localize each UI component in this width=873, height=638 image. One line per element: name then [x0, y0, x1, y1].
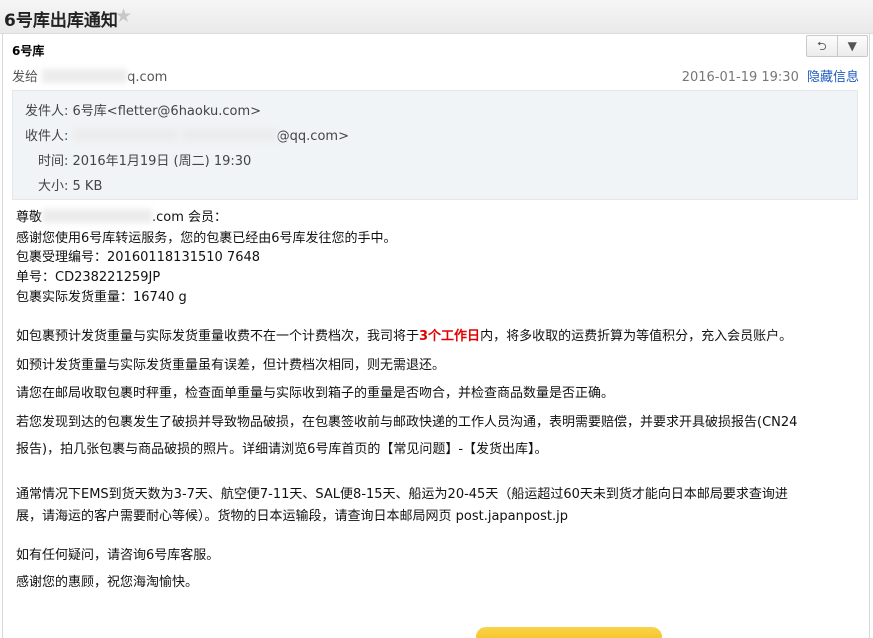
- package-weight: 包裹实际发货重量：16740 g: [16, 290, 187, 305]
- to-label: 发给: [12, 70, 39, 85]
- reply-arrow-icon[interactable]: ⮌: [807, 36, 837, 56]
- header-details: 发件人: 6号库<fletter@6haoku.com> 收件人: @qq.co…: [12, 90, 858, 200]
- to-label: 收件人:: [25, 129, 69, 144]
- tracking-number: 单号：CD238221259JP: [16, 270, 161, 285]
- paragraph-check: 请您在邮局收取包裹时秤重，检查面单重量与实际收到箱子的重量是否吻合，并检查商品数…: [16, 386, 615, 401]
- paragraph-damage-2: 报告)，拍几张包裹与商品破损的照片。详细请浏览6号库首页的【常见问题】-【发货出…: [16, 442, 548, 457]
- refund-text-a: 如包裹预计发货重量与实际发货重量收费不在一个计费档次，我司将于: [16, 329, 420, 344]
- from-label: 发件人:: [25, 104, 69, 119]
- to-suffix: q.com: [127, 70, 168, 85]
- refund-text-b: 内，将多收取的运费折算为等值积分，充入会员账户。: [480, 329, 793, 344]
- size-label: 大小:: [38, 179, 69, 194]
- footer-banner: [476, 627, 662, 638]
- hide-info-link[interactable]: 隐藏信息: [807, 70, 859, 85]
- chevron-down-icon[interactable]: ▼: [836, 36, 868, 56]
- time-value: 2016年1月19日 (周二) 19:30: [72, 154, 252, 169]
- paragraph-refund: 如包裹预计发货重量与实际发货重量收费不在一个计费档次，我司将于3个工作日内，将多…: [16, 325, 792, 344]
- message-meta: 2016-01-19 19:30 隐藏信息: [682, 66, 859, 85]
- reply-toolbar: ⮌ ▼: [806, 35, 868, 57]
- from-value: 6号库<fletter@6haoku.com>: [72, 104, 262, 119]
- refund-highlight: 3个工作日: [419, 329, 481, 344]
- paragraph-shipping-1: 通常情况下EMS到货天数为3-7天、航空便7-11天、SAL便8-15天、船运为…: [16, 487, 788, 502]
- greeting-suffix: .com 会员：: [152, 210, 228, 225]
- redacted-address: [181, 128, 277, 142]
- email-subject: 6号库出库通知: [4, 11, 118, 31]
- star-icon[interactable]: ★: [115, 5, 132, 27]
- sender-name: 6号库: [12, 44, 45, 58]
- package-number: 包裹受理编号：20160118131510 7648: [16, 250, 261, 265]
- time-row: 时间: 2016年1月19日 (周二) 19:30: [38, 150, 251, 169]
- recipient-summary: 发给 q.com: [12, 66, 167, 85]
- redacted-address: [42, 209, 153, 223]
- from-row: 发件人: 6号库<fletter@6haoku.com>: [25, 100, 261, 119]
- paragraph-contact: 如有任何疑问，请咨询6号库客服。: [16, 548, 220, 563]
- time-label: 时间:: [38, 154, 69, 169]
- size-row: 大小: 5 KB: [38, 175, 102, 194]
- redacted-address: [42, 69, 128, 83]
- redacted-address: [72, 128, 178, 142]
- size-value: 5 KB: [72, 179, 103, 194]
- to-suffix: @qq.com>: [276, 129, 349, 144]
- paragraph-closing: 感谢您的惠顾，祝您海淘愉快。: [16, 575, 199, 590]
- message-date: 2016-01-19 19:30: [681, 70, 799, 85]
- paragraph-shipping-2: 展，请海运的客户需要耐心等候）。货物的日本运输段，请查询日本邮局网页 post.…: [16, 509, 568, 524]
- paragraph-damage-1: 若您发现到达的包裹发生了破损并导致物品破损，在包裹签收前与邮政快递的工作人员沟通…: [16, 415, 798, 430]
- greeting-prefix: 尊敬: [16, 210, 43, 225]
- to-row: 收件人: @qq.com>: [25, 125, 349, 144]
- title-bar: 6号库出库通知 ★: [0, 0, 873, 34]
- paragraph-no-refund: 如预计发货重量与实际发货重量虽有误差，但计费档次相同，则无需退还。: [16, 358, 446, 373]
- greeting: 尊敬 .com 会员：: [16, 206, 227, 225]
- thanks-text: 感谢您使用6号库转运服务，您的包裹已经由6号库发往您的手中。: [16, 231, 397, 246]
